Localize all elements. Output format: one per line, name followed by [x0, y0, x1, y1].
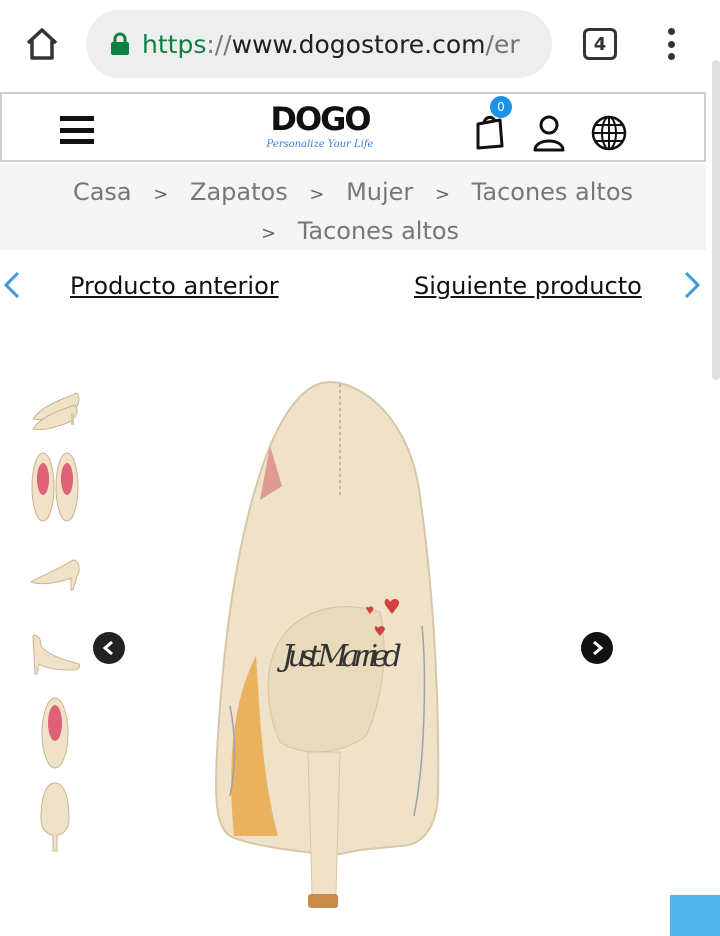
breadcrumb-line: > Tacones altos: [0, 215, 706, 250]
thumbnail-2[interactable]: [24, 452, 86, 522]
breadcrumb-separator: >: [260, 223, 277, 244]
shoe-back-thumbnail: [40, 782, 70, 852]
breadcrumb-separator: >: [434, 184, 451, 205]
cart-count-badge: 0: [490, 96, 512, 118]
hamburger-bar: [60, 127, 94, 133]
address-bar[interactable]: https://www.dogostore.com/er: [86, 10, 552, 78]
overflow-menu-icon[interactable]: [660, 26, 682, 62]
menu-dot: [667, 28, 675, 35]
url-host: www.dogostore.com: [231, 29, 486, 59]
breadcrumb: Casa > Zapatos > Mujer > Tacones altos >…: [0, 164, 706, 250]
thumbnail-4[interactable]: [24, 616, 86, 686]
shoe-side-thumbnail: [29, 559, 80, 591]
globe-icon: [591, 115, 627, 151]
breadcrumb-item-tacones-altos[interactable]: Tacones altos: [472, 178, 633, 206]
logo-wordmark: DOGO: [270, 100, 371, 138]
gallery-prev-button[interactable]: [93, 632, 125, 664]
breadcrumb-item-zapatos[interactable]: Zapatos: [190, 178, 288, 206]
shoe-side-reverse-thumbnail: [32, 635, 80, 675]
url-separator: ://: [206, 29, 232, 59]
chevron-left-icon[interactable]: [2, 270, 22, 308]
hamburger-bar: [60, 116, 94, 121]
logo-tagline: Personalize Your Life: [266, 139, 374, 150]
chevron-right-glyph: [684, 271, 701, 299]
next-product-link[interactable]: Siguiente producto: [414, 272, 642, 300]
page-scrollbar[interactable]: [712, 60, 720, 380]
chevron-right-icon[interactable]: [682, 270, 702, 308]
breadcrumb-separator: >: [153, 184, 169, 205]
thumbnail-1[interactable]: [24, 372, 86, 442]
arrow-right-icon: [593, 640, 604, 656]
shoe-top-thumbnail: [41, 697, 69, 769]
thumbnail-3[interactable]: [24, 536, 86, 606]
shoe-print-text: Just Married: [276, 639, 402, 674]
thumbnail-6[interactable]: [24, 782, 86, 852]
arrow-left-icon: [102, 640, 113, 656]
tab-count: 4: [593, 33, 607, 55]
home-icon: [26, 28, 58, 60]
lock-icon: [111, 32, 129, 55]
main-product-image[interactable]: Just Married: [190, 376, 480, 926]
hamburger-bar: [60, 139, 94, 144]
thumbnail-5[interactable]: [24, 697, 86, 769]
shoe-pair-top-thumbnail: [31, 452, 79, 522]
shoe-pair-side-thumbnail: [32, 392, 80, 430]
gallery-next-button[interactable]: [581, 632, 613, 664]
site-logo[interactable]: DOGO Personalize Your Life: [260, 100, 380, 158]
language-button[interactable]: [590, 114, 628, 152]
floating-chat-button[interactable]: [670, 895, 720, 936]
site-header: DOGO Personalize Your Life 0: [0, 92, 706, 162]
breadcrumb-separator: >: [309, 184, 325, 205]
tabs-button[interactable]: 4: [583, 28, 617, 60]
breadcrumb-item-mujer[interactable]: Mujer: [346, 178, 413, 206]
cart-button[interactable]: [470, 112, 510, 152]
breadcrumb-item-casa[interactable]: Casa: [73, 178, 132, 206]
previous-product-link[interactable]: Producto anterior: [70, 272, 279, 300]
shopping-bag-icon: [476, 115, 504, 150]
product-navigation: Producto anterior Siguiente producto: [0, 262, 706, 312]
breadcrumb-line: Casa > Zapatos > Mujer > Tacones altos: [0, 176, 706, 211]
url-scheme: https: [142, 29, 207, 59]
chevron-left-glyph: [3, 271, 20, 299]
hamburger-menu-icon[interactable]: [60, 116, 94, 144]
url-text: https://www.dogostore.com/er: [142, 30, 520, 59]
browser-toolbar: https://www.dogostore.com/er 4: [0, 0, 720, 92]
account-button[interactable]: [532, 114, 566, 152]
url-path: /er: [485, 29, 520, 59]
shoe-back-view-image: Just Married: [215, 380, 440, 908]
user-icon: [533, 115, 565, 152]
menu-dot: [667, 40, 675, 48]
home-button[interactable]: [20, 24, 64, 64]
breadcrumb-item-current[interactable]: Tacones altos: [298, 217, 459, 245]
menu-dot: [667, 53, 675, 60]
